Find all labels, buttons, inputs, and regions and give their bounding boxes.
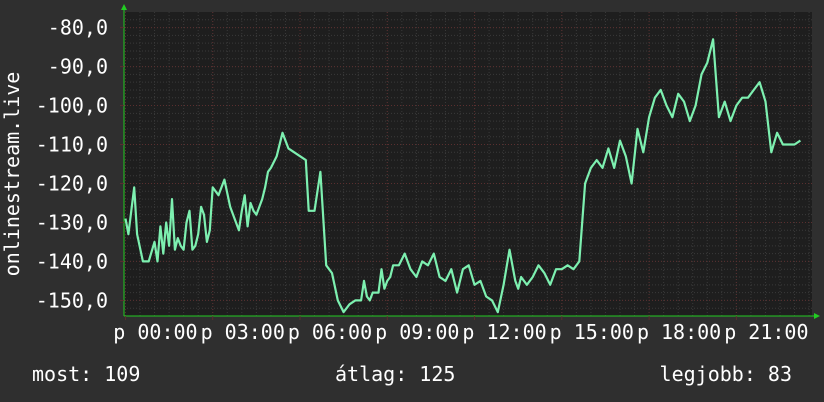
y-tick-label: -100,0 [36, 94, 108, 118]
y-tick-label: -130,0 [36, 210, 108, 234]
line-chart: -80,0 -90,0 -100,0 -110,0 -120,0 -130,0 -140,0… [0, 4, 820, 344]
x-tick-label: p 09:00 [375, 320, 459, 344]
y-tick-label: -80,0 [48, 16, 108, 40]
y-axis-label: onlinestream.live [0, 72, 24, 277]
average-value: átlag: 125 [335, 362, 456, 386]
x-tick-label: p 15:00 [550, 320, 634, 344]
x-tick-label: p 18:00 [637, 320, 721, 344]
best-value: legjobb: 83 [659, 362, 792, 386]
x-tick-label: p 00:00 [113, 320, 197, 344]
x-tick-label: p 12:00 [462, 320, 546, 344]
x-axis-arrow [814, 313, 820, 319]
x-tick-label: p 21:00 [724, 320, 808, 344]
current-value: most: 109 [32, 362, 141, 386]
y-tick-label: -110,0 [36, 133, 108, 157]
y-tick-label: -140,0 [36, 249, 108, 273]
chart: -80,0 -90,0 -100,0 -110,0 -120,0 -130,0 -140,0… [0, 0, 824, 402]
y-axis-arrow [121, 4, 127, 10]
x-tick-label: p 03:00 [201, 320, 285, 344]
y-tick-label: -120,0 [36, 171, 108, 195]
y-tick-label: -90,0 [48, 55, 108, 79]
x-tick-label: p 06:00 [288, 320, 372, 344]
y-tick-label: -150,0 [36, 288, 108, 312]
